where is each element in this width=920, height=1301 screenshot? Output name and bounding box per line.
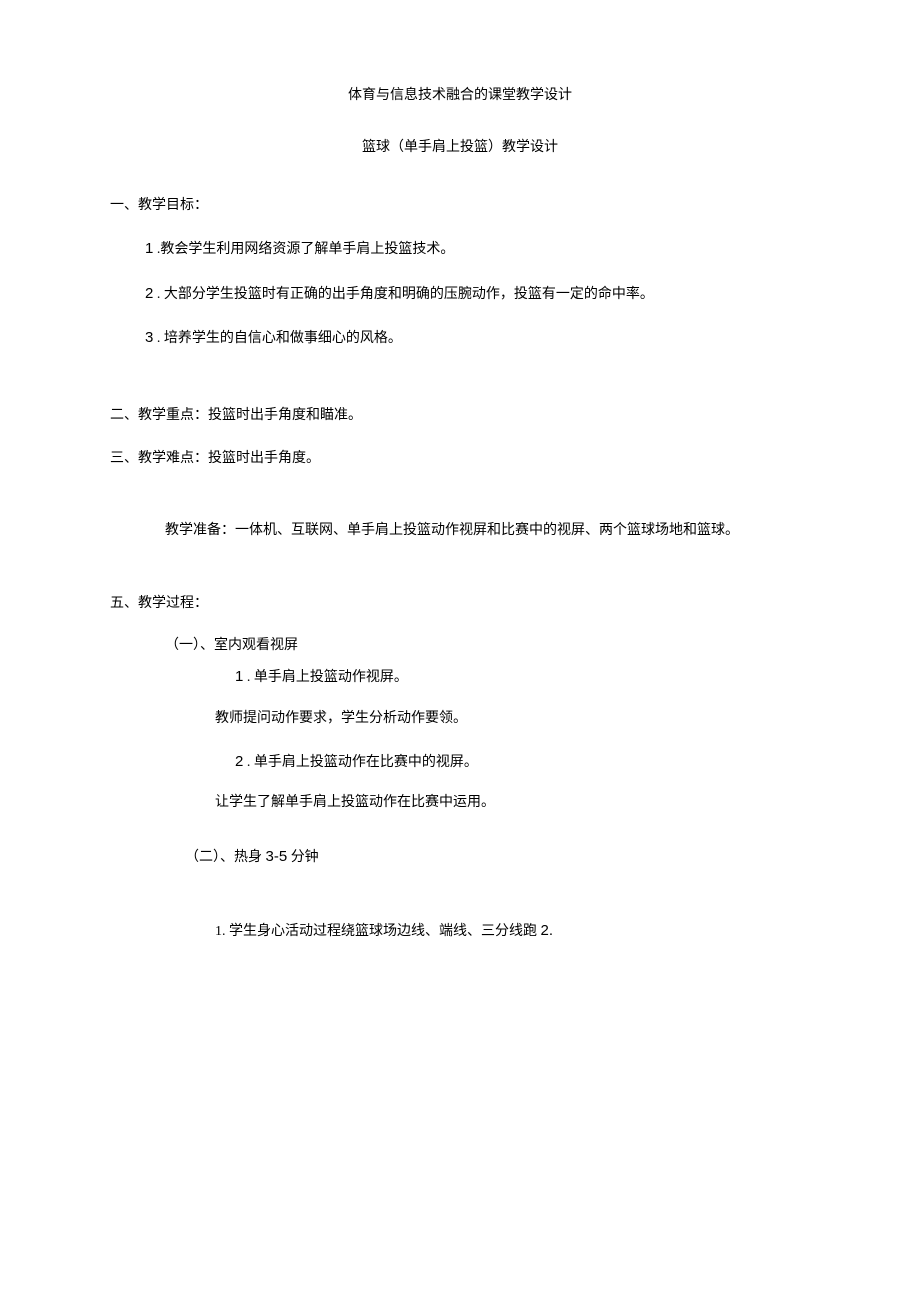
section-5-heading: 五、教学过程： <box>110 593 810 615</box>
item-text-pre: 1. 学生身心活动过程绕篮球场边线、端线、三分线跑 <box>215 924 541 939</box>
item-text: .教会学生利用网络资源了解单手肩上投篮技术。 <box>153 242 454 257</box>
item-text: . 大部分学生投篮时有正确的出手角度和明确的压腕动作，投篮有一定的命中率。 <box>153 287 654 302</box>
heading-number: 3-5 <box>266 848 288 865</box>
objective-item-2: 2 . 大部分学生投篮时有正确的出手角度和明确的压腕动作，投篮有一定的命中率。 <box>145 282 810 306</box>
subsection-2-heading: （二）、热身 3-5 分钟 <box>185 845 810 869</box>
subsection-2-item-1: 1. 学生身心活动过程绕篮球场边线、端线、三分线跑 2. <box>215 919 810 943</box>
section-4-preparation: 教学准备：一体机、互联网、单手肩上投篮动作视屏和比赛中的视屏、两个篮球场地和篮球… <box>165 520 810 542</box>
item-number-end: 2. <box>541 922 554 939</box>
subsection-1-item-1-desc: 教师提问动作要求，学生分析动作要领。 <box>215 708 810 730</box>
section-1-heading: 一、教学目标： <box>110 195 810 217</box>
subsection-1-item-2: 2 . 单手肩上投篮动作在比赛中的视屏。 <box>235 750 810 774</box>
item-text: . 单手肩上投篮动作视屏。 <box>243 670 408 685</box>
heading-text-post: 分钟 <box>287 850 319 865</box>
section-2-heading: 二、教学重点：投篮时出手角度和瞄准。 <box>110 405 810 427</box>
document-subtitle: 篮球（单手肩上投篮）教学设计 <box>110 137 810 159</box>
section-3-heading: 三、教学难点：投篮时出手角度。 <box>110 448 810 470</box>
heading-text-pre: （二）、热身 <box>185 850 266 865</box>
objective-item-1: 1 .教会学生利用网络资源了解单手肩上投篮技术。 <box>145 237 810 261</box>
subsection-1-item-2-desc: 让学生了解单手肩上投篮动作在比赛中运用。 <box>215 792 810 814</box>
subsection-1-item-1: 1 . 单手肩上投篮动作视屏。 <box>235 665 810 689</box>
item-text: . 单手肩上投篮动作在比赛中的视屏。 <box>243 755 478 770</box>
item-text: . 培养学生的自信心和做事细心的风格。 <box>153 331 402 346</box>
objective-item-3: 3 . 培养学生的自信心和做事细心的风格。 <box>145 326 810 350</box>
document-title: 体育与信息技术融合的课堂教学设计 <box>110 85 810 107</box>
subsection-1-heading: （一）、室内观看视屏 <box>165 635 810 657</box>
